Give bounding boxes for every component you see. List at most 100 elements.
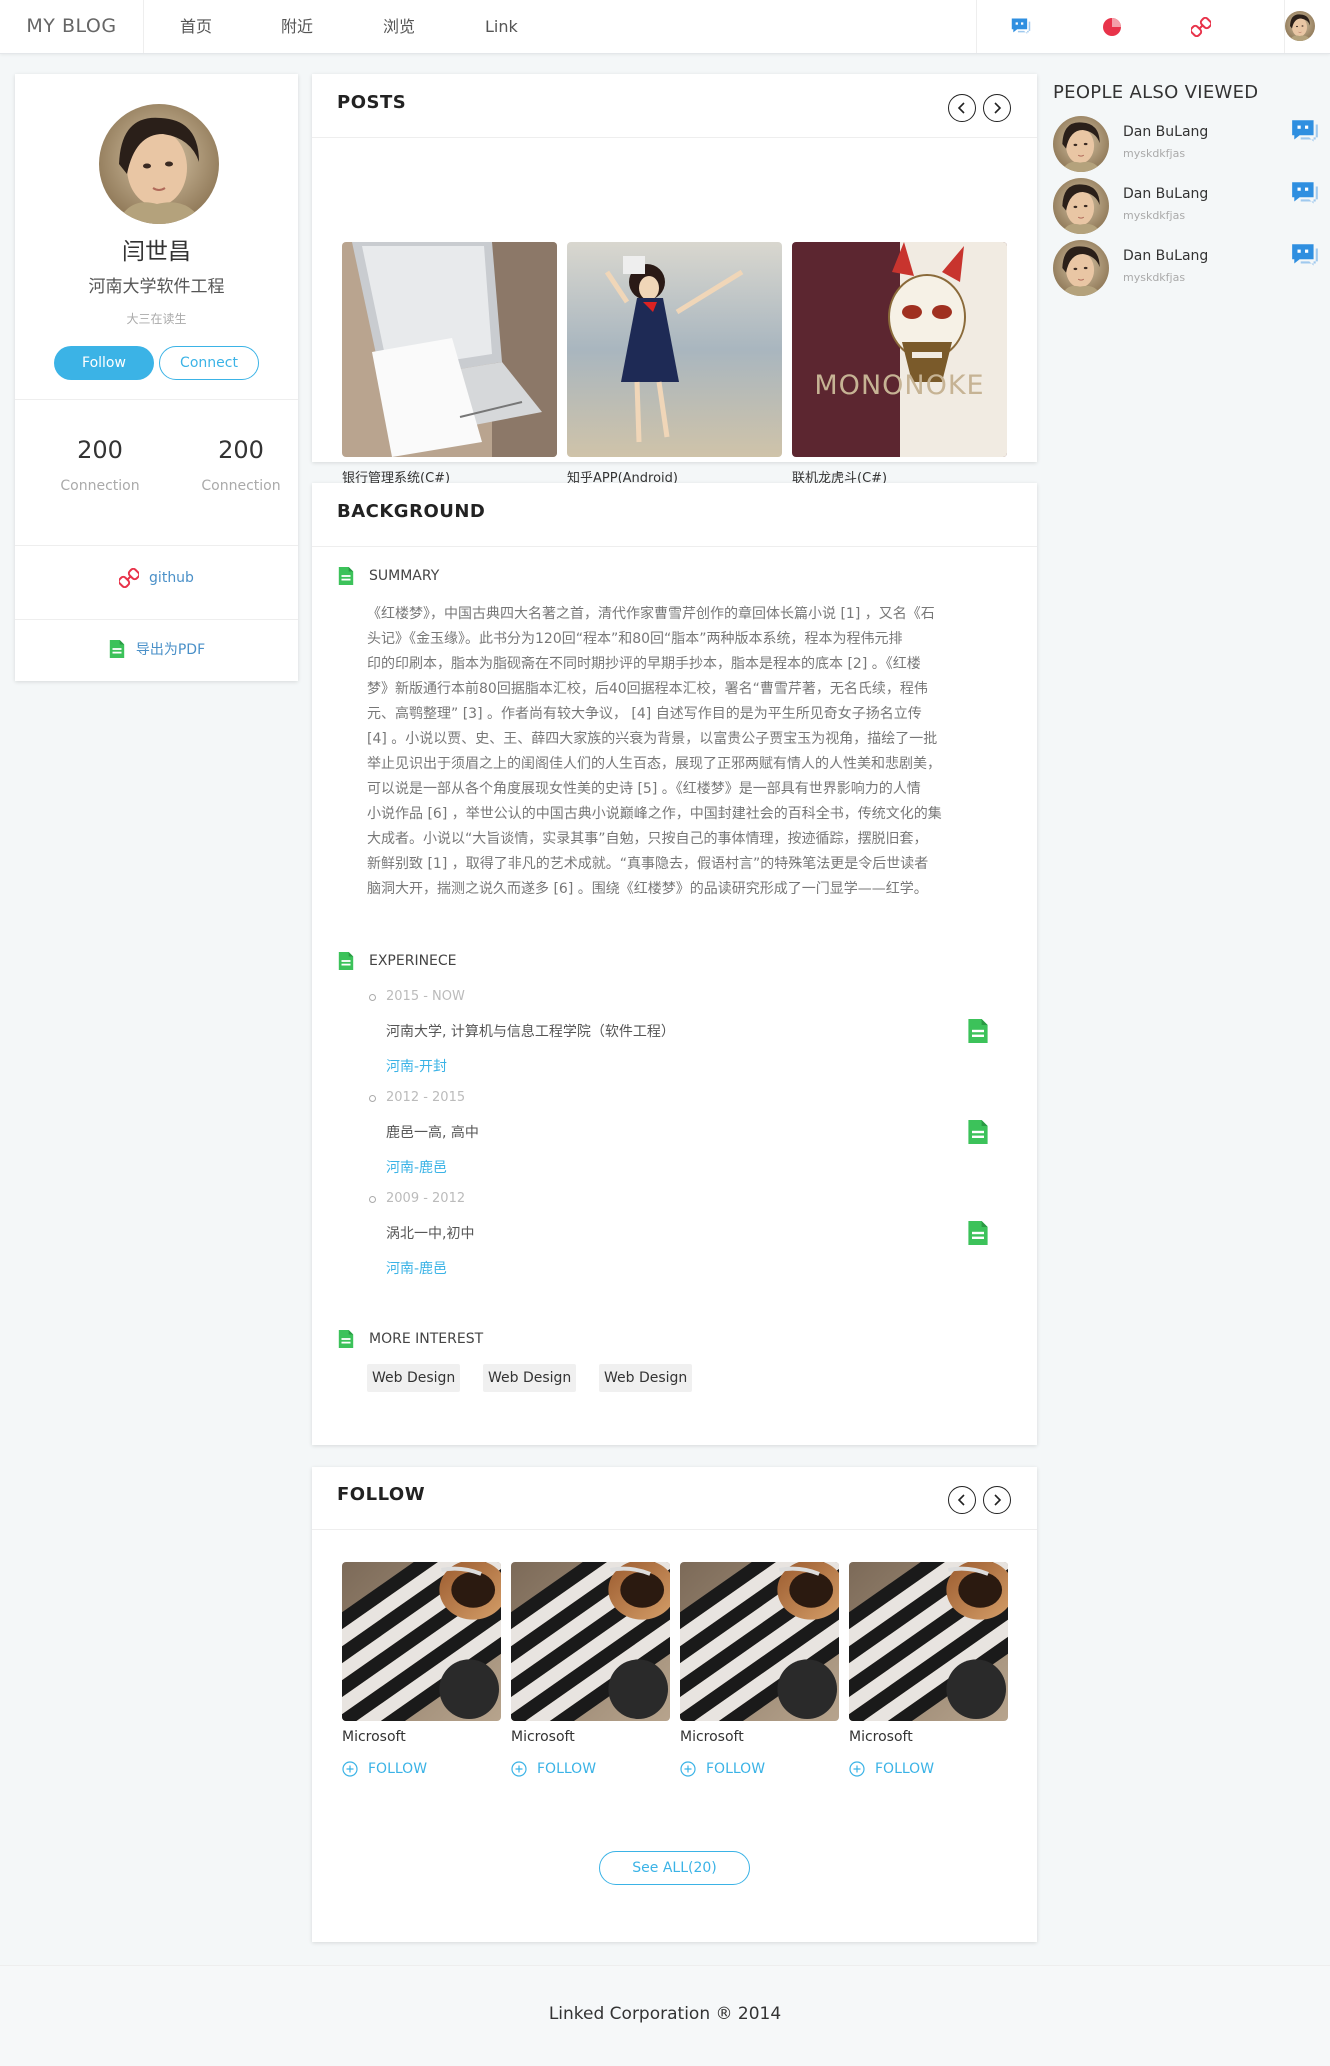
post-item[interactable]: MONONOKE 联机龙虎斗(C#) 2017-4 <box>792 242 1007 515</box>
interest-tag[interactable]: Web Design <box>599 1364 693 1392</box>
post-image[interactable]: MONONOKE <box>792 242 1007 457</box>
interest-tag[interactable]: Web Design <box>367 1364 461 1392</box>
profile-status: 大三在读生 <box>126 312 187 326</box>
follow-image[interactable] <box>680 1562 839 1721</box>
follow-action-button[interactable]: FOLLOW <box>680 1761 839 1777</box>
arrow-right-icon[interactable] <box>983 1486 1011 1514</box>
follow-image[interactable] <box>849 1562 1008 1721</box>
chat-icon[interactable] <box>998 0 1044 53</box>
person-avatar[interactable] <box>1053 178 1109 234</box>
follow-action-label: FOLLOW <box>537 1761 597 1777</box>
stat-value: 200 <box>218 436 264 464</box>
nav-link-link[interactable]: Link <box>485 0 518 53</box>
interest-tag[interactable]: Web Design <box>483 1364 577 1392</box>
summary-line: 印的印刷本，脂本为脂砚斋在不同时期抄评的早期手抄本，脂本是程本的底本 [2] 。… <box>367 656 921 672</box>
nav-link-browse[interactable]: 浏览 <box>383 0 415 53</box>
follow-item: Microsoft FOLLOW <box>342 1562 501 1777</box>
interest-label: MORE INTEREST <box>369 1331 484 1347</box>
chat-icon[interactable] <box>1290 242 1320 270</box>
link-icon[interactable] <box>1178 0 1224 53</box>
summary-line: 脑洞大开，揣测之说久而遂多 [6] 。围绕《红楼梦》的品读研究形成了一门显学——… <box>367 881 928 897</box>
divider <box>15 619 298 620</box>
summary-line: 小说作品 [6] ，举世公认的中国古典小说巅峰之作，中国封建社会的百科全书，传统… <box>367 806 942 822</box>
profile-avatar <box>99 104 219 224</box>
arrow-left-icon[interactable] <box>948 94 976 122</box>
timeline-dot <box>369 1095 376 1102</box>
post-image[interactable] <box>342 242 557 457</box>
interest-heading: MORE INTEREST <box>337 1329 483 1349</box>
chat-icon[interactable] <box>1290 180 1320 208</box>
post-image-caption: MONONOKE <box>814 370 985 401</box>
user-avatar[interactable] <box>1285 11 1315 41</box>
arrow-right-icon[interactable] <box>983 94 1011 122</box>
divider <box>15 545 298 546</box>
experience-place[interactable]: 河南-鹿邑 <box>386 1258 447 1278</box>
experience-name: 涡北一中,初中 <box>386 1226 475 1242</box>
doc-icon <box>337 1329 355 1349</box>
nav-link-home[interactable]: 首页 <box>180 0 212 53</box>
follow-name[interactable]: Microsoft <box>511 1729 670 1745</box>
export-pdf-label: 导出为PDF <box>135 642 206 658</box>
person-avatar[interactable] <box>1053 116 1109 172</box>
post-image[interactable] <box>567 242 782 457</box>
stat-label: Connection <box>201 478 281 494</box>
export-pdf-link[interactable]: 导出为PDF <box>15 637 298 661</box>
experience-place[interactable]: 河南-开封 <box>386 1056 447 1076</box>
summary-line: 大成者。小说以“大旨谈情，实录其事”自勉，只按自己的事体情理，按迹循踪，摆脱旧套… <box>367 831 928 847</box>
person-name[interactable]: Dan BuLang <box>1123 248 1208 264</box>
divider <box>312 137 1037 138</box>
stat-value: 200 <box>77 436 123 464</box>
follow-button[interactable]: Follow <box>54 346 154 380</box>
brand-logo[interactable]: MY BLOG <box>0 0 144 53</box>
person-item[interactable]: Dan BuLang myskdkfjas <box>1053 240 1323 296</box>
summary-text: 《红楼梦》，中国古典四大名著之首，清代作家曹雪芹创作的章回体长篇小说 [1] ，… <box>367 602 979 902</box>
experience-date: 2015 - NOW <box>386 989 465 1004</box>
person-name[interactable]: Dan BuLang <box>1123 186 1208 202</box>
nav-divider <box>976 0 977 53</box>
doc-icon[interactable] <box>966 1219 990 1247</box>
person-subtitle: myskdkfjas <box>1123 147 1186 160</box>
follow-action-button[interactable]: FOLLOW <box>342 1761 501 1777</box>
doc-icon[interactable] <box>966 1017 990 1045</box>
post-item[interactable]: 知乎APP(Android) 2017-4 <box>567 242 782 515</box>
follow-item: Microsoft FOLLOW <box>680 1562 839 1777</box>
section-title: BACKGROUND <box>337 501 486 522</box>
follow-action-label: FOLLOW <box>875 1761 935 1777</box>
person-subtitle: myskdkfjas <box>1123 209 1186 222</box>
profile-title: 河南大学软件工程 <box>88 277 225 297</box>
plus-circle-icon <box>511 1761 527 1777</box>
person-item[interactable]: Dan BuLang myskdkfjas <box>1053 116 1323 172</box>
summary-line: [4] 。小说以贾、史、王、薛四大家族的兴衰为背景，以富贵公子贾宝玉为视角，描绘… <box>367 731 938 747</box>
follow-image[interactable] <box>511 1562 670 1721</box>
person-item[interactable]: Dan BuLang myskdkfjas <box>1053 178 1323 234</box>
divider <box>312 1529 1037 1530</box>
person-avatar[interactable] <box>1053 240 1109 296</box>
nav-link-nearby[interactable]: 附近 <box>281 0 313 53</box>
section-title: POSTS <box>337 92 407 113</box>
github-label: github <box>149 570 194 586</box>
pie-chart-icon[interactable] <box>1089 0 1135 53</box>
follow-action-button[interactable]: FOLLOW <box>511 1761 670 1777</box>
experience-place[interactable]: 河南-鹿邑 <box>386 1157 447 1177</box>
follow-name[interactable]: Microsoft <box>680 1729 839 1745</box>
github-link[interactable]: github <box>15 566 298 590</box>
summary-line: 新鲜别致 [1] ，取得了非凡的艺术成就。“真事隐去，假语村言”的特殊笔法更是令… <box>367 856 929 872</box>
follow-item: Microsoft FOLLOW <box>511 1562 670 1777</box>
experience-label: EXPERINECE <box>369 953 457 969</box>
see-all-button[interactable]: See ALL(20) <box>599 1851 750 1885</box>
person-name[interactable]: Dan BuLang <box>1123 124 1208 140</box>
arrow-left-icon[interactable] <box>948 1486 976 1514</box>
summary-line: 举止见识出于须眉之上的闺阁佳人们的人生百态，展现了正邪两赋有情人的人性美和悲剧美… <box>367 756 941 772</box>
follow-action-button[interactable]: FOLLOW <box>849 1761 1008 1777</box>
summary-line: 可以说是一部从各个角度展现女性美的史诗 [5] 。《红楼梦》是一部具有世界影响力… <box>367 781 921 797</box>
summary-line: 元、高鹗整理” [3] 。作者尚有较大争议， [4] 自述写作目的是为平生所见奇… <box>367 706 922 722</box>
follow-name[interactable]: Microsoft <box>342 1729 501 1745</box>
connect-button[interactable]: Connect <box>159 346 259 380</box>
plus-circle-icon <box>342 1761 358 1777</box>
doc-icon[interactable] <box>966 1118 990 1146</box>
follow-name[interactable]: Microsoft <box>849 1729 1008 1745</box>
follow-image[interactable] <box>342 1562 501 1721</box>
posts-card: POSTS 银行管理系统(C#) 2016-12 <box>312 74 1037 515</box>
chat-icon[interactable] <box>1290 118 1320 146</box>
post-item[interactable]: 银行管理系统(C#) 2016-12 <box>342 242 557 515</box>
